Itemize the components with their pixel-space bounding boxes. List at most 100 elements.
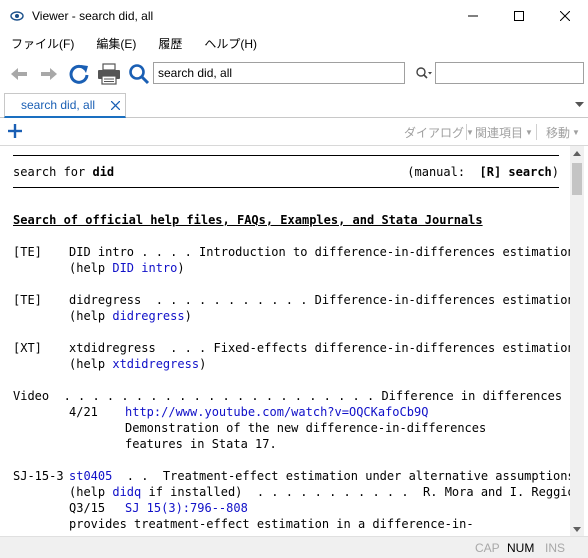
help-suffix: if installed) . . . . . . . . . . . R. M… <box>141 485 570 499</box>
viewer-content: search for did (manual: [R] search) Searc… <box>0 146 570 536</box>
search-term: did <box>92 165 115 179</box>
entry-line: xtdidregress . . . Fixed-effects differe… <box>69 340 570 356</box>
help-prefix: (help <box>69 261 113 275</box>
help-link[interactable]: xtdidregress <box>112 357 199 371</box>
tab-list-dropdown-icon[interactable] <box>574 100 584 110</box>
vertical-scrollbar[interactable] <box>570 146 584 536</box>
search-magnifier-icon[interactable] <box>125 60 153 88</box>
help-prefix: (help <box>69 357 113 371</box>
cap-indicator: CAP <box>475 541 500 555</box>
entry-description: . . . Fixed-effects difference-in-differ… <box>155 341 570 355</box>
video-description: Demonstration of the new difference-in-d… <box>125 421 487 435</box>
entry-name: DID intro <box>69 245 135 259</box>
manual-label: (manual: <box>407 165 480 179</box>
search-input[interactable]: search did, all <box>153 62 405 84</box>
forward-arrow-icon[interactable] <box>35 60 63 88</box>
find-input[interactable] <box>435 62 584 84</box>
close-tab-icon[interactable] <box>108 98 122 112</box>
menu-help[interactable]: ヘルプ(H) <box>193 35 268 52</box>
entry-line: didregress . . . . . . . . . . . Differe… <box>69 292 570 308</box>
minimize-button[interactable] <box>450 0 496 31</box>
entry-name: xtdidregress <box>69 341 156 355</box>
entry-help: (help DID intro) <box>69 260 185 276</box>
eye-icon <box>9 8 25 24</box>
video-url-link[interactable]: http://www.youtube.com/watch?v=OQCKafoCb… <box>125 404 428 420</box>
list-item-video: Video . . . . . . . . . . . . . . . . . … <box>13 388 562 404</box>
help-link[interactable]: didq <box>112 485 141 499</box>
help-suffix: ) <box>199 357 207 371</box>
separator <box>466 124 467 140</box>
video-description: features in Stata 17. <box>125 437 277 451</box>
journal-code-link[interactable]: st0405 <box>69 469 112 483</box>
entry-description: . . Treatment-effect estimation under al… <box>112 469 570 483</box>
title-bar: Viewer - search did, all <box>0 0 588 31</box>
viewer-subtoolbar: ダイアログ ▼ 関連項目 ▼ 移動 ▼ <box>0 118 588 146</box>
menu-history[interactable]: 履歴 <box>147 35 193 52</box>
entry-description: . . . . Introduction to difference-in-di… <box>134 245 570 259</box>
manual-close: ) <box>551 165 559 179</box>
help-prefix: (help <box>69 485 113 499</box>
refresh-icon[interactable] <box>65 60 93 88</box>
list-item-journal: SJ-15-3 <box>13 468 64 484</box>
chevron-down-icon: ▼ <box>525 128 533 137</box>
menu-bar: ファイル(F) 編集(E) 履歴 ヘルプ(H) <box>0 31 588 56</box>
num-indicator: NUM <box>507 541 535 555</box>
entry-tag: [XT] <box>13 341 42 355</box>
help-suffix: ) <box>177 261 185 275</box>
list-item: [TE] <box>13 292 42 308</box>
journal-description: provides treatment-effect estimation in … <box>69 517 474 531</box>
tab-bar: search did, all <box>0 92 588 118</box>
chevron-down-icon: ▼ <box>466 128 474 137</box>
entry-help: (help xtdidregress) <box>69 356 206 372</box>
jump-dropdown[interactable]: 移動 ▼ <box>546 124 580 141</box>
divider <box>13 187 559 188</box>
entry-tag: [TE] <box>13 245 42 259</box>
ins-indicator: INS <box>545 541 566 555</box>
tab-search-did-all[interactable]: search did, all <box>4 93 126 118</box>
entry-name: didregress <box>69 293 142 307</box>
related-dropdown[interactable]: 関連項目 ▼ <box>475 124 533 141</box>
menu-file[interactable]: ファイル(F) <box>0 35 85 52</box>
search-header-label: search for <box>13 165 93 179</box>
maximize-button[interactable] <box>496 0 542 31</box>
section-title: Search of official help files, FAQs, Exa… <box>13 213 483 227</box>
divider <box>13 155 559 156</box>
entry-tag: [TE] <box>13 293 42 307</box>
entry-description: . . . . . . . . . . . . . . . . . . . . … <box>49 389 563 403</box>
find-icon[interactable] <box>414 64 434 82</box>
journal-help: (help didq if installed) . . . . . . . .… <box>69 484 570 500</box>
jump-label: 移動 <box>546 126 571 140</box>
window-title: Viewer - search did, all <box>32 8 154 23</box>
scroll-thumb[interactable] <box>572 163 582 195</box>
help-prefix: (help <box>69 309 113 323</box>
status-bar: CAP NUM INS <box>0 536 588 558</box>
back-arrow-icon[interactable] <box>5 60 33 88</box>
help-link[interactable]: DID intro <box>112 261 177 275</box>
menu-edit[interactable]: 編集(E) <box>85 35 147 52</box>
tab-label: search did, all <box>21 98 96 112</box>
plus-icon[interactable] <box>6 122 24 140</box>
help-suffix: ) <box>184 309 192 323</box>
entry-help: (help didregress) <box>69 308 192 324</box>
entry-tag: SJ-15-3 <box>13 469 64 483</box>
close-button[interactable] <box>542 0 588 31</box>
help-link[interactable]: didregress <box>112 309 184 323</box>
manual-ref: [R] search <box>479 165 552 179</box>
entry-line: DID intro . . . . Introduction to differ… <box>69 244 570 260</box>
scroll-up-icon[interactable] <box>570 146 584 160</box>
search-header: search for did (manual: [R] search) <box>13 164 559 180</box>
journal-title-line: st0405 . . Treatment-effect estimation u… <box>69 468 570 484</box>
journal-issue: Q3/15 <box>69 501 106 515</box>
journal-issue-link[interactable]: SJ 15(3):796--808 <box>125 500 248 516</box>
list-item: [XT] <box>13 340 42 356</box>
related-label: 関連項目 <box>475 126 524 140</box>
dialog-label: ダイアログ <box>404 126 465 140</box>
dialog-dropdown[interactable]: ダイアログ ▼ <box>404 124 474 141</box>
scroll-down-icon[interactable] <box>570 522 584 536</box>
print-icon[interactable] <box>95 60 123 88</box>
list-item: [TE] <box>13 244 42 260</box>
entry-description: . . . . . . . . . . . Difference-in-diff… <box>141 293 570 307</box>
chevron-down-icon: ▼ <box>572 128 580 137</box>
entry-tag: Video <box>13 389 50 403</box>
video-date: 4/21 <box>69 405 98 419</box>
